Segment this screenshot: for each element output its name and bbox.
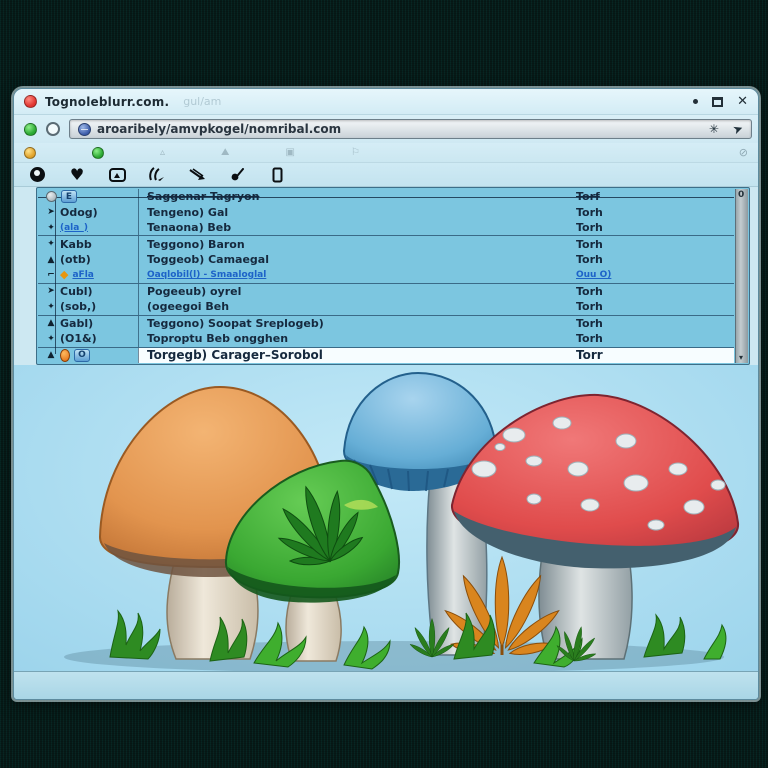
image-icon[interactable]: [108, 166, 126, 184]
row-right-label: Torh: [576, 299, 734, 314]
row-right-label: Torh: [576, 284, 734, 299]
table-scrollbar[interactable]: 0 ▾: [735, 189, 748, 363]
app-icon: O: [74, 349, 90, 362]
row-right-link[interactable]: Ouu O): [576, 270, 611, 280]
maximize-button[interactable]: [712, 97, 723, 107]
row-main-label: Tengeno) Gal: [138, 204, 576, 219]
orange-pill-icon: [60, 349, 70, 362]
close-button[interactable]: ✕: [737, 95, 748, 108]
row-main-label: Toggeob) Camaegal: [138, 252, 576, 267]
row-main-label: Pogeeub) oyrel: [138, 284, 576, 299]
app-icon: E: [61, 190, 77, 203]
tree-arrow-icon: ✦: [46, 223, 56, 233]
table-row-selected[interactable]: ▲ O Torgegb) Carager–Sorobol Torr: [38, 347, 734, 363]
tree-label: Cubl): [60, 285, 93, 298]
blocked-icon: ⊘: [739, 146, 748, 159]
results-table: E Saggenar Tagryon Torf ➤ Odog) Tengeno) …: [36, 187, 750, 365]
tree-arrow-icon: ▲: [46, 350, 56, 360]
mushroom-illustration: [14, 365, 758, 671]
green-bookmark-dot[interactable]: [92, 147, 104, 159]
minimize-button[interactable]: [693, 99, 698, 104]
send-arrows-icon[interactable]: [188, 166, 206, 184]
bookmark-triangle-icon[interactable]: ▵: [160, 147, 165, 158]
tree-label-link[interactable]: (ala_): [60, 223, 88, 233]
table-row[interactable]: ➤ Odog) Tengeno) Gal Torh: [38, 204, 734, 219]
row-main-label: Teggono) Soopat Sreplogeb): [138, 316, 576, 331]
green-traffic-light[interactable]: [24, 123, 37, 136]
bookmarks-bar: ▵ ⛰ ▣ ⚐ ⊘: [14, 143, 758, 163]
scrollbar-top-label: 0: [738, 190, 744, 200]
row-right-label: Torh: [576, 331, 734, 346]
tree-label: (otb): [60, 253, 91, 266]
bookmark-file-icon[interactable]: ▣: [285, 147, 294, 158]
tree-arrow-icon: ▲: [46, 255, 56, 265]
row-right-label: Torh: [576, 316, 734, 331]
phone-icon[interactable]: [268, 166, 286, 184]
table-row[interactable]: ✦ (sob,) (ogeegoi Beh Torh: [38, 299, 734, 314]
table-row[interactable]: ✦ (O1&) Toproptu Beb ongghen Torh: [38, 331, 734, 346]
scrollbar-bottom-arrow[interactable]: ▾: [739, 353, 743, 362]
table-row-header[interactable]: E Saggenar Tagryon Torf: [38, 189, 734, 204]
bookmark-mountain-icon[interactable]: ⛰: [221, 147, 229, 158]
tree-arrow-icon: ✦: [46, 239, 56, 249]
yellow-traffic-light[interactable]: [24, 147, 36, 159]
tree-label: (sob,): [60, 300, 96, 313]
row-right-label: Torh: [576, 220, 734, 235]
table-row[interactable]: ▲ (otb) Toggeob) Camaegal Torh: [38, 252, 734, 267]
globe-icon: [78, 123, 91, 136]
window-title: Tognoleblurr.com.: [45, 95, 169, 109]
address-bar[interactable]: aroaribely/amvpkogel/nomribal.com ✳ ➤: [69, 119, 752, 139]
knob-icon: [46, 191, 57, 202]
title-bar: Tognoleblurr.com. gul/am ✕: [14, 89, 758, 115]
tree-label: Gabl): [60, 317, 93, 330]
tree-arrow-icon: ✦: [46, 334, 56, 344]
hollow-circle-button[interactable]: [46, 122, 60, 136]
row-right-label: Torh: [576, 236, 734, 251]
row-right-label: Torh: [576, 252, 734, 267]
toolbar: ♥: [14, 163, 758, 187]
orange-diamond-icon: ◆: [60, 268, 68, 281]
row-main-label: Toproptu Beb ongghen: [138, 331, 576, 346]
record-icon[interactable]: [28, 166, 46, 184]
red-mushroom: [452, 395, 738, 659]
close-traffic-light[interactable]: [24, 95, 37, 108]
table-row[interactable]: ➤ Cubl) Pogeeub) oyrel Torh: [38, 283, 734, 299]
tree-arrow-icon: ➤: [46, 286, 56, 296]
table-row[interactable]: ✦ (ala_) Tenaona) Beb Torh: [38, 220, 734, 235]
row-right-label: Torr: [576, 348, 734, 363]
row-right-label: Torh: [576, 204, 734, 219]
row-main-label: Tenaona) Beb: [138, 220, 576, 235]
tree-label: Odog): [60, 206, 98, 219]
tree-arrow-icon: ➤: [46, 207, 56, 217]
address-row: aroaribely/amvpkogel/nomribal.com ✳ ➤: [14, 115, 758, 143]
pin-icon[interactable]: ➤: [731, 121, 745, 138]
url-text[interactable]: aroaribely/amvpkogel/nomribal.com: [97, 122, 341, 136]
tree-arrow-icon: ▲: [46, 318, 56, 328]
status-bar: [14, 671, 758, 699]
row-main-label: Teggono) Baron: [138, 236, 576, 251]
row-main-label: Saggenar Tagryon: [138, 189, 576, 204]
tree-label-link[interactable]: aFla: [72, 270, 93, 280]
browser-window: Tognoleblurr.com. gul/am ✕ aroaribely/am…: [13, 88, 759, 700]
bookmark-flag-icon[interactable]: ⚐: [351, 147, 360, 158]
tree-label: Kabb: [60, 238, 92, 251]
window-title-ghost: gul/am: [183, 95, 221, 108]
tree-arrow-icon: ✦: [46, 302, 56, 312]
row-main-label: Torgegb) Carager–Sorobol: [138, 348, 576, 363]
tree-label: (O1&): [60, 332, 97, 345]
row-main-label: (ogeegoi Beh: [138, 299, 576, 314]
paintbrush-icon[interactable]: [228, 166, 246, 184]
table-row[interactable]: ✦ Kabb Teggono) Baron Torh: [38, 235, 734, 251]
row-main-link[interactable]: Oaqlobil(l) - Smaaloglal: [147, 270, 266, 280]
tree-arrow-icon: ⌐: [46, 270, 56, 280]
table-row[interactable]: ▲ Gabl) Teggono) Soopat Sreplogeb) Torh: [38, 315, 734, 331]
heart-icon[interactable]: ♥: [68, 166, 86, 184]
table-row-link[interactable]: ⌐ ◆ aFla Oaqlobil(l) - Smaaloglal Ouu O): [38, 267, 734, 282]
feather-icon[interactable]: [148, 166, 166, 184]
star-icon[interactable]: ✳: [709, 122, 719, 136]
row-right-label: Torf: [576, 189, 734, 204]
